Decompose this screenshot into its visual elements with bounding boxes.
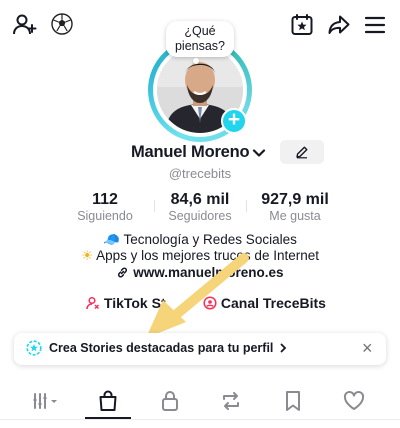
tabs-divider [0,419,400,420]
lock-icon[interactable] [156,388,184,414]
shopping-bag-icon[interactable] [94,388,122,414]
repost-icon[interactable] [217,388,245,414]
bookmark-icon[interactable] [279,388,307,414]
banner-text[interactable]: Crea Stories destacadas para tu perfil [49,341,288,355]
heart-icon[interactable] [340,388,368,414]
stories-star-icon [26,340,42,356]
close-icon[interactable]: × [362,338,373,358]
grid-icon[interactable] [32,388,62,414]
chevron-right-icon [280,343,287,353]
